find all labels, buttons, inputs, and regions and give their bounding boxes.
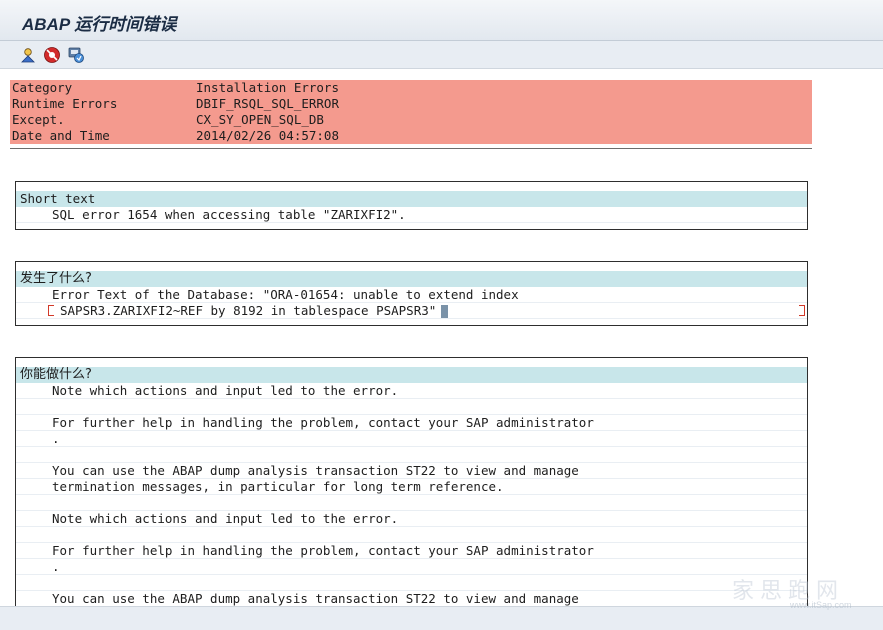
selection-corner xyxy=(48,309,54,316)
application-toolbar xyxy=(0,41,883,69)
what-to-do-line xyxy=(16,399,807,415)
what-to-do-line: Note which actions and input led to the … xyxy=(16,383,807,399)
selected-text-line[interactable]: SAPSR3.ZARIXFI2~REF by 8192 in tablespac… xyxy=(16,303,807,319)
section-heading: 你能做什么? xyxy=(16,367,807,383)
header-value: 2014/02/26 04:57:08 xyxy=(196,128,339,143)
header-separator xyxy=(10,148,812,149)
header-value: Installation Errors xyxy=(196,80,339,95)
save-local-icon[interactable] xyxy=(67,46,85,64)
what-happened-line: Error Text of the Database: "ORA-01654: … xyxy=(16,287,807,303)
what-to-do-line xyxy=(16,495,807,511)
what-to-do-line: For further help in handling the problem… xyxy=(16,543,807,559)
what-to-do-line xyxy=(16,575,807,591)
what-to-do-line: For further help in handling the problem… xyxy=(16,415,807,431)
header-key: Category xyxy=(12,80,73,95)
what-to-do-line: . xyxy=(16,431,807,447)
section-heading: 发生了什么? xyxy=(16,271,807,287)
header-key: Runtime Errors xyxy=(12,96,118,111)
title-bar: ABAP 运行时间错误 xyxy=(0,0,883,41)
header-key: Except. xyxy=(12,112,65,127)
header-value: CX_SY_OPEN_SQL_DB xyxy=(196,112,324,127)
what-to-do-line xyxy=(16,447,807,463)
what-to-do-line: You can use the ABAP dump analysis trans… xyxy=(16,591,807,606)
header-value: DBIF_RSQL_SQL_ERROR xyxy=(196,96,339,111)
what-to-do-line xyxy=(16,527,807,543)
window-title: ABAP 运行时间错误 xyxy=(22,15,177,34)
dump-content-area[interactable]: Category Installation Errors Runtime Err… xyxy=(0,69,883,606)
header-row-date-time: Date and Time 2014/02/26 04:57:08 xyxy=(10,128,812,144)
bottom-status-strip xyxy=(0,606,883,630)
header-row-category: Category Installation Errors xyxy=(10,80,812,96)
what-to-do-line: . xyxy=(16,559,807,575)
red-stop-icon[interactable] xyxy=(43,46,61,64)
section-heading: Short text xyxy=(16,191,807,207)
selection-corner xyxy=(799,309,805,316)
what-to-do-section: 你能做什么? Note which actions and input led … xyxy=(15,357,808,606)
what-to-do-line: You can use the ABAP dump analysis trans… xyxy=(16,463,807,479)
what-to-do-line: Note which actions and input led to the … xyxy=(16,511,807,527)
error-header-block: Category Installation Errors Runtime Err… xyxy=(10,80,812,144)
person-debug-icon[interactable] xyxy=(19,46,37,64)
short-text-line: SQL error 1654 when accessing table "ZAR… xyxy=(16,207,807,223)
short-text-section: Short text SQL error 1654 when accessing… xyxy=(15,181,808,230)
watermark-url: www.itSap.com xyxy=(790,600,852,610)
what-happened-line: SAPSR3.ZARIXFI2~REF by 8192 in tablespac… xyxy=(60,303,437,318)
what-to-do-line: termination messages, in particular for … xyxy=(16,479,807,495)
what-happened-section: 发生了什么? Error Text of the Database: "ORA-… xyxy=(15,261,808,326)
header-row-exception: Except. CX_SY_OPEN_SQL_DB xyxy=(10,112,812,128)
header-key: Date and Time xyxy=(12,128,110,143)
header-row-runtime-errors: Runtime Errors DBIF_RSQL_SQL_ERROR xyxy=(10,96,812,112)
text-cursor xyxy=(441,305,449,318)
